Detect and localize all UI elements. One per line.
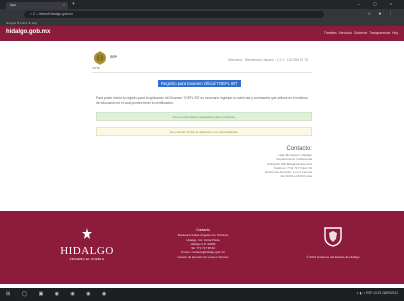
address-bar-row: < C ⌂ iebtoefl.hidalgo.gob.mx ☆ ● ⋮ xyxy=(0,9,404,20)
state-shield-icon xyxy=(324,227,342,247)
footer-contact-line: Horario de atención de Lunes a Viernes xyxy=(177,254,229,259)
window-controls[interactable]: – ◻ × xyxy=(358,1,398,6)
extensions-icons[interactable]: ☆ ● ⋮ xyxy=(367,11,396,17)
logo-text: SEP xyxy=(110,55,118,59)
browser-tab-strip: SEG × + – ◻ × xyxy=(0,0,404,9)
site-top-nav: hidalgo.gob.mx Trámites Servicios Gobier… xyxy=(0,26,404,41)
nav-link-tramites[interactable]: Trámites xyxy=(324,31,337,35)
header-divider xyxy=(92,72,312,73)
logo-subtitle: CIPTE xyxy=(92,67,100,70)
new-tab-button[interactable]: + xyxy=(72,1,75,7)
nav-link-hoy[interactable]: Hoy xyxy=(392,31,398,35)
tab-title: SEG xyxy=(10,3,17,7)
footer-copyright: © 2021 Gobierno del Estado de Hidalgo xyxy=(306,255,360,259)
intro-text: Para poder iniciar tu registro para la a… xyxy=(96,96,308,105)
browser-tab[interactable]: SEG × xyxy=(6,2,68,9)
institution-logo[interactable]: SEP CIPTE xyxy=(92,50,152,74)
os-taskbar: ⊞ ◯ ▣ ◉ ◉ ◉ ◉ ∧ ◧ ♪ ESP 10:15 28/09/2021 xyxy=(0,288,404,301)
nav-link-gobierno[interactable]: Gobierno xyxy=(354,31,368,35)
tab-close-icon[interactable]: × xyxy=(63,2,65,9)
hidalgo-emblem-icon xyxy=(82,228,92,239)
clock-time: 10:15 xyxy=(373,291,382,295)
site-nav-links: Trámites Servicios Gobierno Transparenci… xyxy=(324,31,398,35)
nav-link-transparencia[interactable]: Transparencia xyxy=(369,31,390,35)
contact-heading: Contacto: xyxy=(286,146,312,152)
institution-emblem-icon xyxy=(94,51,106,65)
footer-contact: Contacto Boulevard Felipe Ángeles s/n, P… xyxy=(140,228,266,259)
contact-line: De 09:00 a 16:00 horas xyxy=(280,174,312,179)
nav-link-servicios[interactable]: Servicios xyxy=(339,31,352,35)
url-field[interactable]: < C ⌂ iebtoefl.hidalgo.gob.mx xyxy=(24,11,324,18)
footer-logo-subtitle: PRIMERO EL PUEBLO xyxy=(69,257,105,261)
contact-block: Contacto: Lada Municipal 1 Hidalgo Depar… xyxy=(192,146,312,179)
footer-state-seal: © 2021 Gobierno del Estado de Hidalgo xyxy=(300,227,366,259)
warning-alert: Se encontró fecha de aplicación con disp… xyxy=(96,127,312,136)
site-brand[interactable]: hidalgo.gob.mx xyxy=(6,29,50,35)
clock-date: 28/09/2021 xyxy=(382,291,398,295)
page-title: Registro para Examen Oficial TOEFL IBT xyxy=(158,80,241,87)
header-links[interactable]: Directorio · Bienvenido Usuario · 1 2 4 … xyxy=(228,58,308,62)
success-alert: No es tenían datos registrados para el s… xyxy=(96,112,312,121)
footer-logo-title: HIDALGO xyxy=(60,245,114,257)
tray-icons[interactable]: ∧ ◧ ♪ ESP xyxy=(356,291,372,295)
system-tray[interactable]: ∧ ◧ ♪ ESP 10:15 28/09/2021 xyxy=(356,291,398,295)
taskbar-app-icons[interactable]: ⊞ ◯ ▣ ◉ ◉ ◉ ◉ xyxy=(6,291,111,297)
footer-contact-heading: Contacto xyxy=(196,228,210,232)
footer-logo[interactable]: HIDALGO PRIMERO EL PUEBLO xyxy=(52,227,122,261)
site-footer: HIDALGO PRIMERO EL PUEBLO Contacto Boule… xyxy=(0,211,404,284)
